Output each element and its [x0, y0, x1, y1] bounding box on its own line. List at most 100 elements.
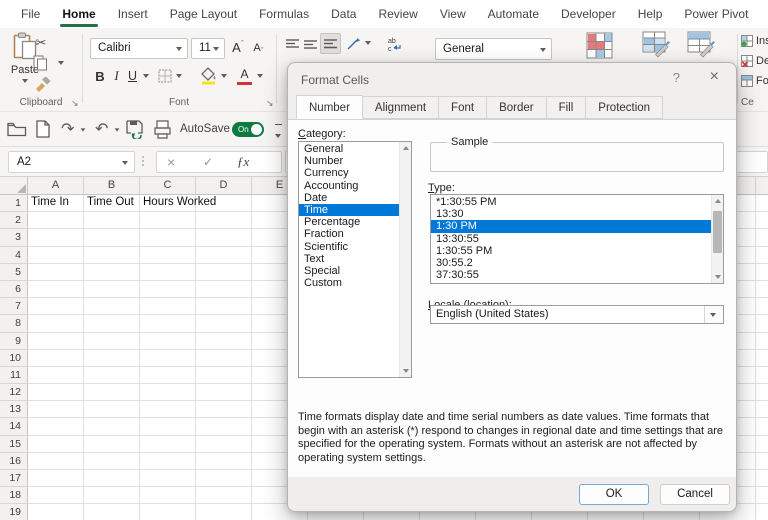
- cell-B5[interactable]: [84, 264, 140, 281]
- decrease-font-button[interactable]: Aˇ: [249, 37, 268, 58]
- ok-button[interactable]: OK: [579, 484, 649, 505]
- cell-B15[interactable]: [84, 436, 140, 453]
- col-header-B[interactable]: B: [84, 177, 140, 195]
- cell-C14[interactable]: [140, 418, 196, 435]
- list-item[interactable]: Currency: [299, 167, 399, 179]
- cut-button[interactable]: ✂: [29, 34, 53, 52]
- cell-N1[interactable]: [756, 195, 768, 212]
- cell-N3[interactable]: [756, 229, 768, 246]
- cell-N5[interactable]: [756, 264, 768, 281]
- cell-N16[interactable]: [756, 453, 768, 470]
- cell-B11[interactable]: [84, 367, 140, 384]
- cell-D9[interactable]: [196, 333, 252, 350]
- row-header-1[interactable]: 1: [0, 195, 28, 212]
- qat-customize-button[interactable]: [274, 124, 282, 145]
- row-header-12[interactable]: 12: [0, 384, 28, 401]
- cell-C19[interactable]: [140, 504, 196, 520]
- fill-color-dropdown-icon[interactable]: [221, 74, 227, 78]
- list-item[interactable]: Scientific: [299, 241, 399, 253]
- cell-A13[interactable]: [28, 401, 84, 418]
- cell-A11[interactable]: [28, 367, 84, 384]
- menu-tab-data[interactable]: Data: [320, 0, 367, 28]
- row-header-16[interactable]: 16: [0, 453, 28, 470]
- cell-B18[interactable]: [84, 487, 140, 504]
- cell-A17[interactable]: [28, 470, 84, 487]
- scrollbar-thumb[interactable]: [713, 211, 722, 253]
- cell-A8[interactable]: [28, 315, 84, 332]
- col-header-N[interactable]: N: [756, 177, 768, 195]
- list-item[interactable]: Number: [299, 155, 399, 167]
- orientation-button[interactable]: [345, 36, 362, 52]
- list-item[interactable]: Time: [299, 204, 399, 216]
- cell-A9[interactable]: [28, 333, 84, 350]
- menu-tab-review[interactable]: Review: [367, 0, 428, 28]
- cell-B1[interactable]: Time Out: [84, 195, 140, 212]
- cell-C18[interactable]: [140, 487, 196, 504]
- paste-dropdown-icon[interactable]: [22, 79, 28, 83]
- cell-N4[interactable]: [756, 247, 768, 264]
- locale-combo[interactable]: English (United States): [430, 305, 724, 324]
- list-item[interactable]: 1:30:55 PM: [431, 245, 711, 257]
- cell-B2[interactable]: [84, 212, 140, 229]
- row-header-4[interactable]: 4: [0, 247, 28, 264]
- list-item[interactable]: Fraction: [299, 228, 399, 240]
- scroll-up-icon[interactable]: [715, 199, 721, 203]
- row-header-10[interactable]: 10: [0, 350, 28, 367]
- cell-C12[interactable]: [140, 384, 196, 401]
- col-header-C[interactable]: C: [140, 177, 196, 195]
- row-header-13[interactable]: 13: [0, 401, 28, 418]
- conditional-formatting-button[interactable]: [584, 30, 614, 60]
- cancel-entry-button[interactable]: ×: [167, 152, 175, 172]
- menu-tab-automate[interactable]: Automate: [477, 0, 550, 28]
- cell-D10[interactable]: [196, 350, 252, 367]
- menu-tab-formulas[interactable]: Formulas: [248, 0, 320, 28]
- cell-C2[interactable]: [140, 212, 196, 229]
- cell-D4[interactable]: [196, 247, 252, 264]
- cell-C11[interactable]: [140, 367, 196, 384]
- row-header-8[interactable]: 8: [0, 315, 28, 332]
- cell-D3[interactable]: [196, 229, 252, 246]
- list-item[interactable]: 30:55.2: [431, 257, 711, 269]
- list-item[interactable]: 13:30:55: [431, 233, 711, 245]
- dialog-tab-alignment[interactable]: Alignment: [362, 96, 439, 119]
- open-file-button[interactable]: [7, 122, 27, 137]
- cell-N19[interactable]: [756, 504, 768, 520]
- font-dialog-launcher-icon[interactable]: ↘: [266, 99, 274, 108]
- copy-button[interactable]: [31, 54, 49, 72]
- cell-C1[interactable]: Hours Worked: [140, 195, 196, 212]
- copy-dropdown-icon[interactable]: [58, 61, 64, 65]
- redo-dropdown-icon[interactable]: [81, 128, 86, 131]
- insert-cells-button[interactable]: Ins: [741, 35, 768, 47]
- cell-B9[interactable]: [84, 333, 140, 350]
- cell-A7[interactable]: [28, 298, 84, 315]
- menu-tab-developer[interactable]: Developer: [550, 0, 627, 28]
- cell-B13[interactable]: [84, 401, 140, 418]
- col-header-D[interactable]: D: [196, 177, 252, 195]
- redo-button[interactable]: ↷: [61, 121, 74, 137]
- cell-A14[interactable]: [28, 418, 84, 435]
- cell-B12[interactable]: [84, 384, 140, 401]
- name-box-dropdown-icon[interactable]: [122, 161, 128, 165]
- row-header-17[interactable]: 17: [0, 470, 28, 487]
- bold-button[interactable]: B: [92, 66, 108, 86]
- align-middle-button[interactable]: [302, 36, 319, 52]
- number-format-combo[interactable]: General: [435, 38, 552, 60]
- dialog-tab-number[interactable]: Number: [296, 95, 363, 119]
- category-list-scrollbar[interactable]: [399, 142, 411, 377]
- italic-button[interactable]: I: [110, 66, 123, 86]
- menu-tab-page-layout[interactable]: Page Layout: [159, 0, 248, 28]
- cell-C13[interactable]: [140, 401, 196, 418]
- font-name-combo[interactable]: Calibri: [90, 38, 188, 59]
- list-item[interactable]: Date: [299, 192, 399, 204]
- cell-C3[interactable]: [140, 229, 196, 246]
- type-list-scrollbar[interactable]: [711, 195, 723, 283]
- undo-button[interactable]: ↶: [95, 121, 108, 137]
- cell-D13[interactable]: [196, 401, 252, 418]
- cell-A2[interactable]: [28, 212, 84, 229]
- underline-dropdown-icon[interactable]: [143, 74, 149, 78]
- wrap-text-button[interactable]: ab c: [386, 34, 406, 54]
- cell-A10[interactable]: [28, 350, 84, 367]
- cell-N2[interactable]: [756, 212, 768, 229]
- cell-B7[interactable]: [84, 298, 140, 315]
- borders-button[interactable]: [156, 66, 174, 86]
